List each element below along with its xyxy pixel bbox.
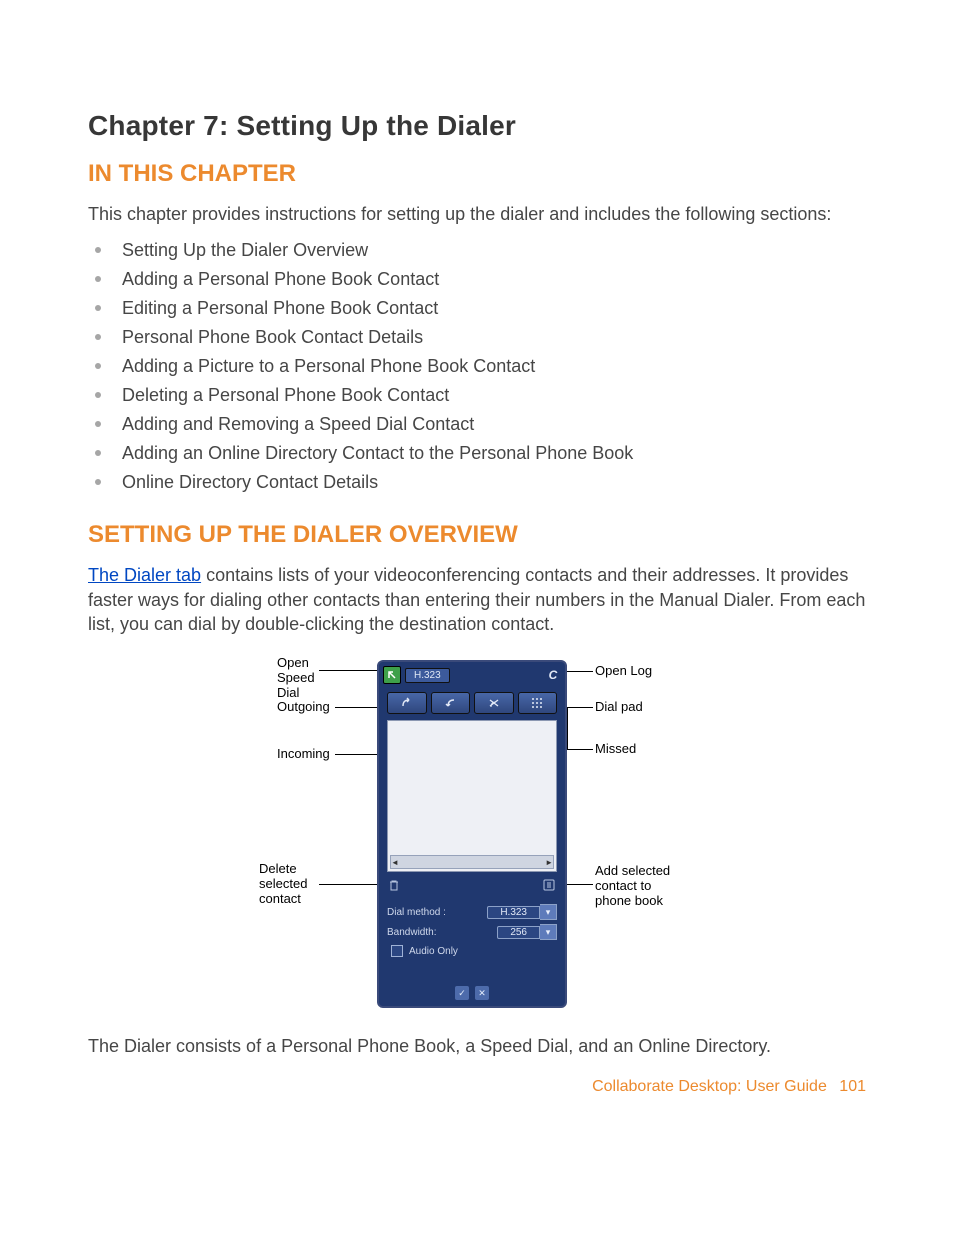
device-topbar: H.323 C <box>383 666 561 684</box>
dialer-components-paragraph: The Dialer consists of a Personal Phone … <box>88 1034 866 1058</box>
footer-page-number: 101 <box>839 1078 866 1095</box>
bullet-icon <box>95 276 101 282</box>
callout-line <box>567 707 568 749</box>
bullet-icon <box>95 305 101 311</box>
document-page: Chapter 7: Setting Up the Dialer IN THIS… <box>0 0 954 1136</box>
add-to-phonebook-icon[interactable] <box>541 878 557 896</box>
toc-item: Deleting a Personal Phone Book Contact <box>88 385 866 406</box>
callout-open-speed-dial: Open Speed Dial <box>277 656 337 701</box>
bandwidth-row: Bandwidth: 256 ▾ <box>387 922 557 942</box>
toc-item: Setting Up the Dialer Overview <box>88 240 866 261</box>
toc-label: Adding an Online Directory Contact to th… <box>122 443 633 463</box>
ok-icon[interactable]: ✓ <box>455 986 469 1000</box>
device-button-row <box>387 692 557 714</box>
device-action-row <box>387 878 557 896</box>
outgoing-icon[interactable] <box>387 692 427 714</box>
toc-label: Adding a Personal Phone Book Contact <box>122 269 439 289</box>
dial-method-label: Dial method : <box>387 907 446 918</box>
bullet-icon <box>95 392 101 398</box>
audio-only-checkbox[interactable] <box>391 945 403 957</box>
callout-line <box>567 749 593 750</box>
audio-only-row: Audio Only <box>387 942 557 960</box>
callout-open-log: Open Log <box>595 664 652 679</box>
dialer-tab-link[interactable]: The Dialer tab <box>88 565 201 585</box>
scroll-left-icon[interactable]: ◄ <box>391 858 399 867</box>
chapter-title: Chapter 7: Setting Up the Dialer <box>88 110 866 142</box>
toc-item: Adding a Picture to a Personal Phone Boo… <box>88 356 866 377</box>
toc-label: Deleting a Personal Phone Book Contact <box>122 385 449 405</box>
toc-item: Personal Phone Book Contact Details <box>88 327 866 348</box>
toc-item: Editing a Personal Phone Book Contact <box>88 298 866 319</box>
dialer-device: H.323 C <box>377 660 567 1008</box>
bullet-icon <box>95 247 101 253</box>
protocol-tab[interactable]: H.323 <box>405 668 450 683</box>
bandwidth-value: 256 <box>497 926 540 939</box>
callout-outgoing: Outgoing <box>277 700 330 715</box>
page-footer: Collaborate Desktop: User Guide 101 <box>88 1078 866 1096</box>
toc-item: Adding and Removing a Speed Dial Contact <box>88 414 866 435</box>
footer-title: Collaborate Desktop: User Guide <box>592 1078 827 1095</box>
device-settings: Dial method : H.323 ▾ Bandwidth: 256 ▾ <box>387 902 557 960</box>
dial-method-value: H.323 <box>487 906 540 919</box>
chapter-toc: Setting Up the Dialer Overview Adding a … <box>88 240 866 493</box>
callout-incoming: Incoming <box>277 747 330 762</box>
callout-line <box>319 670 379 671</box>
contact-list[interactable]: ◄ ► <box>387 720 557 872</box>
bullet-icon <box>95 450 101 456</box>
toc-label: Adding a Picture to a Personal Phone Boo… <box>122 356 535 376</box>
open-log-icon[interactable]: C <box>545 667 561 683</box>
audio-only-label: Audio Only <box>409 946 458 957</box>
section-heading-in-this-chapter: IN THIS CHAPTER <box>88 160 866 188</box>
trash-icon[interactable] <box>387 878 401 896</box>
toc-label: Personal Phone Book Contact Details <box>122 327 423 347</box>
overview-text: contains lists of your videoconferencing… <box>88 565 865 634</box>
dial-method-dropdown-icon[interactable]: ▾ <box>540 904 557 920</box>
toc-label: Editing a Personal Phone Book Contact <box>122 298 438 318</box>
toc-label: Online Directory Contact Details <box>122 472 378 492</box>
figure-container: Open Speed Dial Outgoing Incoming Delete… <box>88 652 866 1012</box>
toc-item: Adding an Online Directory Contact to th… <box>88 443 866 464</box>
bullet-icon <box>95 479 101 485</box>
toc-label: Adding and Removing a Speed Dial Contact <box>122 414 474 434</box>
overview-paragraph: The Dialer tab contains lists of your vi… <box>88 563 866 636</box>
toc-item: Adding a Personal Phone Book Contact <box>88 269 866 290</box>
bullet-icon <box>95 421 101 427</box>
callout-missed: Missed <box>595 742 636 757</box>
toc-label: Setting Up the Dialer Overview <box>122 240 368 260</box>
intro-paragraph: This chapter provides instructions for s… <box>88 202 866 226</box>
cancel-icon[interactable]: ✕ <box>475 986 489 1000</box>
horizontal-scrollbar[interactable]: ◄ ► <box>390 855 554 869</box>
incoming-icon[interactable] <box>431 692 471 714</box>
dial-pad-icon[interactable] <box>518 692 558 714</box>
callout-add-contact: Add selected contact to phone book <box>595 864 685 909</box>
callout-dial-pad: Dial pad <box>595 700 643 715</box>
bullet-icon <box>95 334 101 340</box>
bandwidth-label: Bandwidth: <box>387 927 436 938</box>
dialer-figure: Open Speed Dial Outgoing Incoming Delete… <box>277 652 677 1012</box>
toc-item: Online Directory Contact Details <box>88 472 866 493</box>
device-confirm-row: ✓ ✕ <box>379 986 565 1002</box>
scroll-right-icon[interactable]: ► <box>545 858 553 867</box>
dial-method-row: Dial method : H.323 ▾ <box>387 902 557 922</box>
callout-line <box>335 754 383 755</box>
speed-dial-icon[interactable] <box>383 666 401 684</box>
bullet-icon <box>95 363 101 369</box>
missed-icon[interactable] <box>474 692 514 714</box>
section-heading-overview: SETTING UP THE DIALER OVERVIEW <box>88 521 866 549</box>
bandwidth-dropdown-icon[interactable]: ▾ <box>540 924 557 940</box>
